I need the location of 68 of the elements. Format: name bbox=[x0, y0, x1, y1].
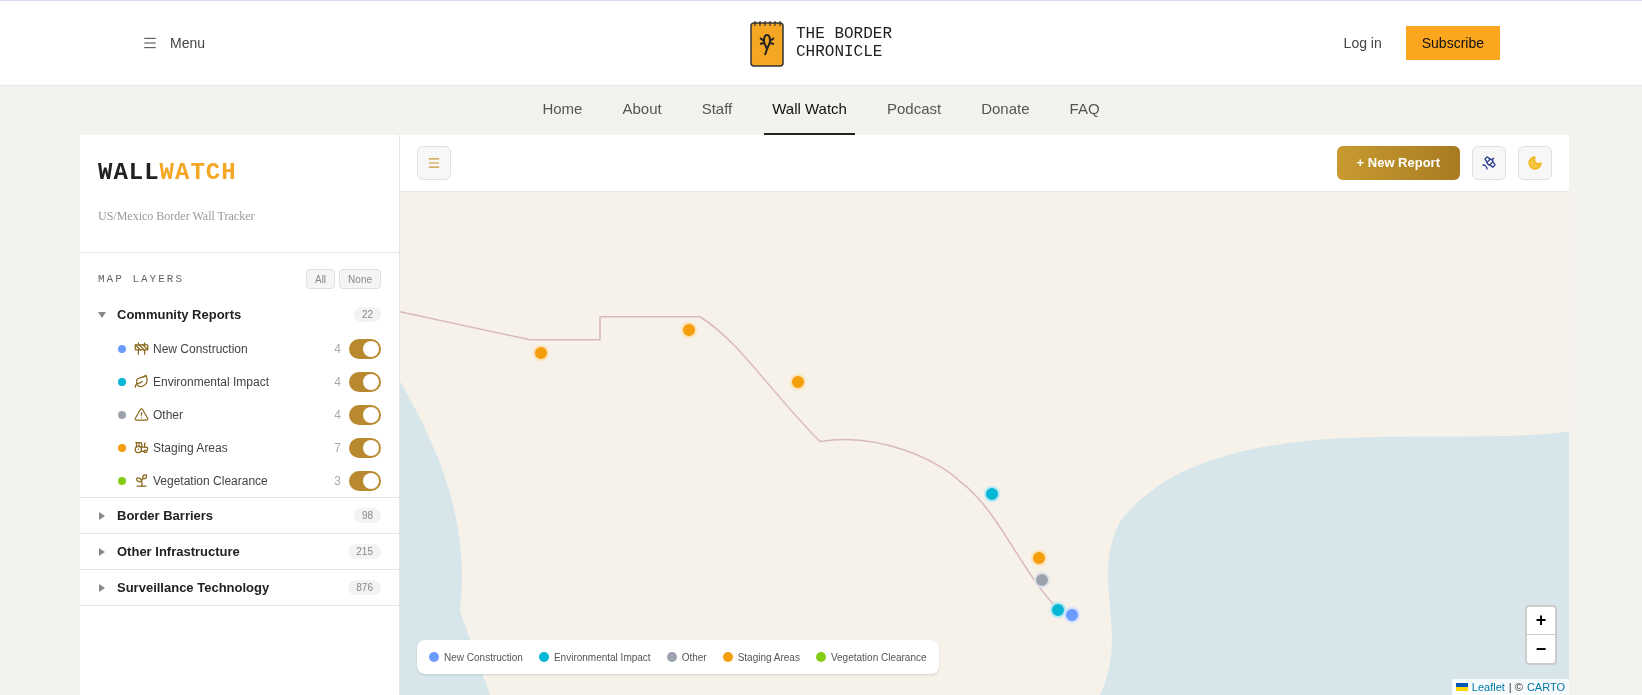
layer-group-name[interactable]: Other Infrastructure bbox=[117, 541, 349, 562]
layer-count: 98 bbox=[353, 508, 381, 523]
zoom-out-button[interactable]: − bbox=[1527, 635, 1555, 663]
nav-link[interactable]: FAQ bbox=[1061, 86, 1108, 135]
menu-button[interactable]: Menu bbox=[142, 32, 206, 54]
map-marker-icon[interactable] bbox=[1064, 607, 1080, 623]
map-view[interactable]: New Construction Environmental Impact Other Staging Areas Vegetation Clearance + − Leaflet | © CARTO bbox=[400, 192, 1569, 695]
layer-toggle[interactable] bbox=[349, 437, 381, 458]
layer-count: 7 bbox=[334, 439, 341, 457]
layer-group-name[interactable]: Border Barriers bbox=[117, 505, 354, 526]
nav-link[interactable]: Staff bbox=[693, 86, 741, 135]
nav-link[interactable]: About bbox=[614, 86, 670, 135]
leaflet-link[interactable]: Leaflet bbox=[1471, 678, 1505, 695]
satellite-icon bbox=[1481, 155, 1497, 171]
ukraine-flag-icon bbox=[1455, 682, 1468, 691]
map-marker-icon[interactable] bbox=[1031, 550, 1047, 566]
layer-count: 876 bbox=[348, 580, 381, 595]
login-link[interactable]: Log in bbox=[1343, 32, 1382, 54]
nav-link[interactable]: Podcast bbox=[878, 86, 950, 135]
layer-label: Vegetation Clearance bbox=[153, 472, 269, 490]
map-marker-icon[interactable] bbox=[790, 374, 806, 390]
layer-count: 3 bbox=[334, 472, 341, 490]
attribution-separator: | © bbox=[1508, 679, 1523, 695]
legend-label: Vegetation Clearance bbox=[830, 650, 927, 665]
layer-toggle[interactable] bbox=[349, 470, 381, 491]
carto-link[interactable]: CARTO bbox=[1526, 678, 1565, 695]
map-marker-icon[interactable] bbox=[984, 486, 1000, 502]
dark-mode-button[interactable] bbox=[1518, 146, 1552, 180]
sprout-icon bbox=[134, 473, 149, 488]
nav-link[interactable]: Home bbox=[534, 86, 591, 135]
subscribe-button[interactable]: Subscribe bbox=[1405, 26, 1500, 60]
layer-toggle[interactable] bbox=[349, 404, 381, 425]
zoom-in-button[interactable]: + bbox=[1527, 607, 1555, 635]
menu-icon bbox=[142, 35, 158, 51]
menu-icon bbox=[427, 156, 441, 170]
layer-count: 4 bbox=[334, 340, 341, 358]
layer-count: 4 bbox=[334, 373, 341, 391]
tractor-icon bbox=[134, 440, 149, 455]
map-marker-icon[interactable] bbox=[533, 345, 549, 361]
layer-toggle[interactable] bbox=[349, 338, 381, 359]
layer-label: Other bbox=[153, 406, 184, 424]
moon-icon bbox=[1527, 155, 1543, 171]
legend-label: Staging Areas bbox=[737, 650, 800, 665]
layers-menu-button[interactable] bbox=[417, 146, 451, 180]
leaf-icon bbox=[134, 374, 149, 389]
layer-count: 4 bbox=[334, 406, 341, 424]
layer-toggle[interactable] bbox=[349, 371, 381, 392]
site-title: THE BORDER CHRONICLE bbox=[796, 25, 892, 61]
legend-label: New Construction bbox=[444, 650, 523, 665]
warning-icon bbox=[134, 407, 149, 422]
map-marker-icon[interactable] bbox=[681, 322, 697, 338]
layer-count: 22 bbox=[353, 307, 381, 322]
subtitle: US/Mexico Border Wall Tracker bbox=[98, 208, 256, 225]
layers-heading: MAP LAYERS bbox=[98, 271, 184, 287]
layer-group-name[interactable]: Community Reports bbox=[117, 304, 354, 325]
nav-link[interactable]: Donate bbox=[973, 86, 1038, 135]
satellite-view-button[interactable] bbox=[1472, 146, 1506, 180]
layer-label: Staging Areas bbox=[153, 439, 229, 457]
notepad-logo-icon bbox=[750, 19, 784, 67]
legend-label: Environmental Impact bbox=[553, 650, 651, 665]
legend-label: Other bbox=[681, 650, 707, 665]
layer-label: Environmental Impact bbox=[153, 373, 271, 391]
layer-label: New Construction bbox=[153, 340, 249, 358]
layer-count: 215 bbox=[348, 544, 381, 559]
layer-group-name[interactable]: Surveillance Technology bbox=[117, 577, 349, 598]
wallwatch-logo: WALLWATCH bbox=[98, 158, 238, 188]
map-marker-icon[interactable] bbox=[1050, 602, 1066, 618]
map-marker-icon[interactable] bbox=[1034, 572, 1050, 588]
